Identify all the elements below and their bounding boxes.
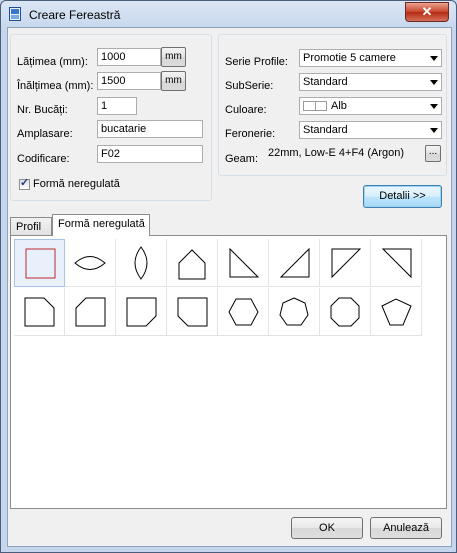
- chevron-down-icon: [430, 128, 438, 133]
- shape-cell[interactable]: [218, 239, 269, 287]
- cut-corner-bottom-left-shape-icon: [177, 297, 208, 327]
- cancel-button[interactable]: Anulează: [370, 517, 442, 539]
- shape-cell[interactable]: [269, 288, 320, 336]
- ok-button[interactable]: OK: [291, 517, 363, 539]
- window-title: Creare Fereastră: [29, 8, 121, 22]
- subseries-select[interactable]: Standard: [299, 73, 442, 91]
- glass-browse-button[interactable]: ...: [425, 145, 441, 162]
- shape-cell[interactable]: [14, 239, 65, 287]
- shape-cell[interactable]: [371, 239, 422, 287]
- close-button[interactable]: ✕: [405, 2, 449, 22]
- color-label: Culoare:: [225, 104, 267, 116]
- triangle-top-left-shape-icon: [331, 248, 362, 279]
- code-label: Codificare:: [17, 153, 70, 165]
- width-input[interactable]: 1000: [97, 48, 161, 66]
- profile-series-label: Serie Profile:: [225, 56, 288, 68]
- shape-cell[interactable]: [65, 239, 116, 287]
- checkmark-icon: ✓: [20, 177, 30, 189]
- app-icon: [9, 7, 21, 21]
- count-input[interactable]: 1: [97, 97, 137, 115]
- shape-cell[interactable]: [167, 239, 218, 287]
- glass-value: 22mm, Low-E 4+F4 (Argon): [268, 147, 405, 159]
- right-triangle-left-shape-icon: [229, 247, 260, 278]
- location-input[interactable]: bucatarie: [97, 120, 203, 138]
- heptagon-shape-icon: [279, 297, 309, 326]
- title-bar[interactable]: Creare Fereastră ✕: [1, 1, 456, 27]
- shape-cell[interactable]: [167, 288, 218, 336]
- octagon-shape-icon: [330, 297, 360, 327]
- shape-grid: [14, 239, 423, 336]
- subseries-value: Standard: [303, 76, 348, 88]
- dimensions-group: Lățimea (mm): 1000 mm Înălțimea (mm): 15…: [10, 34, 212, 201]
- shape-cell[interactable]: [320, 239, 371, 287]
- shape-cell[interactable]: [269, 239, 320, 287]
- height-label: Înălțimea (mm):: [17, 80, 94, 92]
- code-input[interactable]: F02: [97, 145, 203, 163]
- profile-series-value: Promotie 5 camere: [303, 52, 396, 64]
- shape-cell[interactable]: [65, 288, 116, 336]
- pentagon-inverted-shape-icon: [381, 298, 412, 326]
- hexagon-shape-icon: [228, 298, 259, 326]
- chevron-down-icon: [430, 56, 438, 61]
- right-triangle-right-shape-icon: [279, 247, 310, 278]
- profile-series-select[interactable]: Promotie 5 camere: [299, 49, 442, 67]
- cut-corner-top-right-shape-icon: [24, 297, 55, 327]
- cut-corner-bottom-right-shape-icon: [126, 297, 157, 327]
- chevron-down-icon: [430, 80, 438, 85]
- location-label: Amplasare:: [17, 128, 73, 140]
- cut-corner-top-left-shape-icon: [75, 297, 106, 327]
- shape-cell[interactable]: [371, 288, 422, 336]
- triangle-top-right-shape-icon: [381, 248, 412, 279]
- count-label: Nr. Bucăți:: [17, 104, 68, 116]
- width-label: Lățimea (mm):: [17, 56, 88, 68]
- dialog-window: Creare Fereastră ✕ Lățimea (mm): 1000 mm…: [0, 0, 457, 553]
- irregular-shape-label[interactable]: Formă neregulată: [33, 178, 120, 190]
- shape-cell[interactable]: [116, 288, 167, 336]
- dialog-client: Lățimea (mm): 1000 mm Înălțimea (mm): 15…: [7, 27, 452, 547]
- irregular-shape-panel: [10, 235, 447, 509]
- width-unit-button[interactable]: mm: [161, 47, 186, 67]
- square-shape-icon: [25, 248, 56, 279]
- hardware-label: Feronerie:: [225, 128, 276, 140]
- profile-group: Serie Profile: Promotie 5 camere SubSeri…: [218, 34, 447, 176]
- glass-label: Geam:: [225, 153, 259, 165]
- shape-cell[interactable]: [14, 288, 65, 336]
- details-button[interactable]: Detalii >>: [363, 185, 442, 208]
- tab-profil[interactable]: Profil: [10, 217, 52, 237]
- hardware-value: Standard: [303, 124, 348, 136]
- color-swatch-icon: [303, 101, 327, 111]
- shape-cell[interactable]: [116, 239, 167, 287]
- hardware-select[interactable]: Standard: [299, 121, 442, 139]
- tab-irregular-shape[interactable]: Formă neregulată: [52, 214, 150, 236]
- color-value: Alb: [331, 100, 347, 112]
- lens-vertical-shape-icon: [134, 246, 148, 280]
- color-select[interactable]: Alb: [299, 97, 442, 115]
- irregular-shape-checkbox[interactable]: ✓: [19, 177, 30, 190]
- pentagon-house-shape-icon: [178, 249, 206, 280]
- shape-cell[interactable]: [218, 288, 269, 336]
- shape-cell[interactable]: [320, 288, 371, 336]
- height-unit-button[interactable]: mm: [161, 71, 186, 91]
- chevron-down-icon: [430, 104, 438, 109]
- subseries-label: SubSerie:: [225, 80, 274, 92]
- height-input[interactable]: 1500: [97, 72, 161, 90]
- lens-horizontal-shape-icon: [74, 256, 106, 270]
